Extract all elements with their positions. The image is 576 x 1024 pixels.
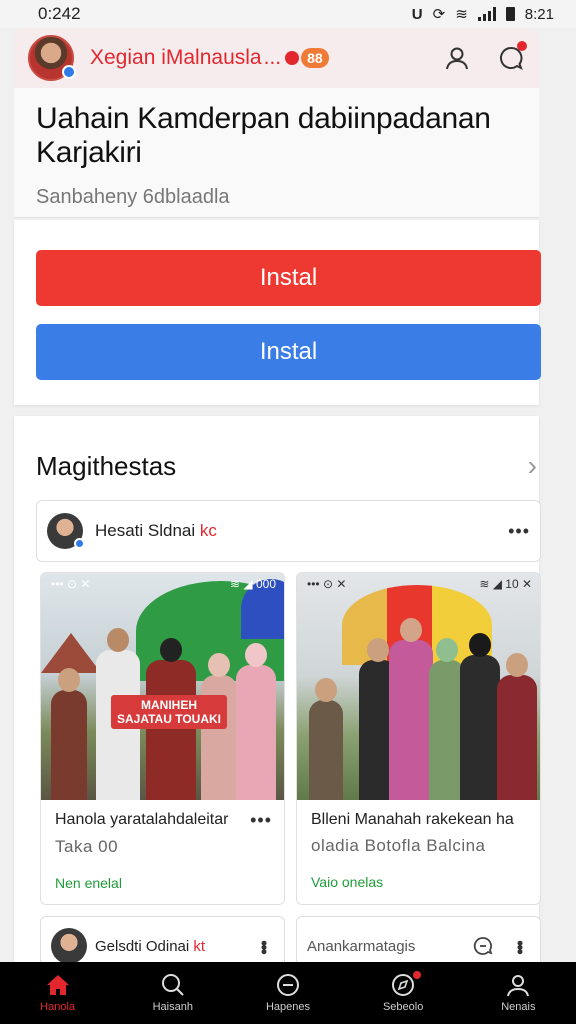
post-card[interactable]: ••• ⊙ ✕ ≋ ◢ 10 ✕ Blleni Manahah rakekean … (296, 572, 541, 905)
post-meta: Taka 00 (55, 837, 119, 856)
minus-circle-icon (276, 974, 299, 996)
header-ellipsis: ... (263, 46, 282, 69)
status-bar: 0:242 U ⟳ ≋ 8:21 (0, 0, 576, 28)
more-options-icon[interactable]: ••• (509, 940, 530, 953)
nav-label: Nenais (501, 1001, 536, 1013)
page-subtitle: Sanbaheny 6dblaadla (36, 186, 230, 208)
image-status-bar: ••• ⊙ ✕ ≋ ◢ 10 ✕ (307, 577, 532, 591)
page-title: Uahain Kamderpan dabiinpadanan Karjakiri (36, 102, 491, 169)
person-figure (51, 668, 87, 800)
image-status-bar: ••• ⊙ ✕ ≋ ◢ 000 (51, 577, 276, 591)
post-image[interactable]: ••• ⊙ ✕ ≋ ◢ 000 MANIHEH SAJATAU TOUAKI (41, 573, 284, 800)
post-link[interactable]: Nen enelal (55, 875, 272, 891)
nav-label: Hapenes (265, 1001, 310, 1013)
install-button-secondary[interactable]: Instal (36, 324, 541, 380)
notification-dot (413, 971, 422, 979)
live-dot-icon (285, 51, 300, 65)
nav-item-home[interactable]: Hanola (8, 973, 108, 1013)
author-avatar (51, 928, 87, 964)
section-title: Magithestas (36, 450, 177, 481)
nav-label: Hanola (40, 1001, 76, 1013)
battery-icon (505, 7, 515, 21)
more-options-icon[interactable]: ••• (250, 810, 272, 831)
account-button[interactable] (443, 44, 471, 72)
post-caption: Blleni Manahah rakekean ha (311, 811, 514, 828)
status-icons: U ⟳ ≋ 8:21 (411, 5, 554, 24)
person-figure (460, 633, 500, 800)
notification-dot (517, 41, 527, 51)
person-figure (236, 643, 276, 800)
signal-icon (477, 7, 496, 21)
status-time: 0:242 (38, 4, 81, 23)
header-actions (443, 41, 527, 72)
image-overlay-label: MANIHEH SAJATAU TOUAKI (111, 695, 228, 729)
more-options-icon[interactable]: ••• (508, 521, 530, 542)
author-name: Gelsdti Odinai kt (95, 937, 206, 955)
user-icon (446, 47, 468, 70)
verified-badge-icon (62, 65, 76, 79)
post-caption: Hanola yaratalahdaleitar (55, 811, 229, 828)
header-title: Xegian iMalnausla (90, 46, 262, 69)
app-header: Xegian iMalnausla ... 88 (14, 28, 539, 88)
person-figure (497, 653, 537, 800)
post-link[interactable]: Vaio onelas (311, 874, 528, 890)
profile-icon (507, 975, 530, 997)
compass-icon (392, 974, 415, 996)
post-meta: oladia Botofla Balcina (311, 836, 486, 855)
post-card[interactable]: ••• ⊙ ✕ ≋ ◢ 000 MANIHEH SAJATAU TOUAKI Ha… (40, 572, 285, 905)
article-header: Uahain Kamderpan dabiinpadanan Karjakiri… (14, 88, 539, 218)
profile-avatar[interactable] (28, 35, 76, 81)
nav-item-explore[interactable]: Sebeolo (353, 971, 453, 1013)
search-icon (161, 974, 184, 996)
app-notification-icon: U (411, 5, 423, 23)
sync-icon: ⟳ (432, 6, 446, 23)
nav-item-create[interactable]: Hapenes (238, 973, 338, 1013)
highlights-section: Magithestas › Hesati Sldnai kc ••• ••• ⊙… (14, 416, 541, 976)
feed-row-text: Anankarmatagis (307, 937, 416, 955)
post-image[interactable]: ••• ⊙ ✕ ≋ ◢ 10 ✕ (297, 573, 540, 800)
nav-item-profile[interactable]: Nenais (468, 973, 568, 1013)
person-figure (201, 653, 237, 800)
messages-button[interactable] (497, 41, 527, 72)
person-figure (389, 618, 433, 800)
bottom-navigation: Hanola Haisanh Hapenes Sebeolo Nenais (0, 962, 576, 1024)
verified-badge-icon (74, 538, 85, 549)
person-figure (309, 678, 343, 800)
nav-item-search[interactable]: Haisanh (123, 973, 223, 1013)
status-clock: 8:21 (524, 5, 554, 23)
install-card: Instal Instal (14, 220, 541, 405)
chevron-right-icon[interactable]: › (528, 450, 537, 482)
person-figure (146, 638, 196, 800)
count-badge: 88 (301, 48, 329, 68)
comment-icon[interactable] (473, 936, 493, 956)
author-name: Hesati Sldnai kc (95, 521, 217, 540)
section-header[interactable]: Magithestas › (14, 416, 539, 492)
nav-label: Haisanh (152, 1001, 193, 1013)
author-avatar (47, 513, 85, 549)
install-button-primary[interactable]: Instal (36, 250, 541, 306)
feed-author-row[interactable]: Hesati Sldnai kc ••• (36, 500, 541, 562)
wifi-icon: ≋ (455, 6, 468, 23)
more-options-icon[interactable]: ••• (253, 940, 274, 953)
nav-label: Sebeolo (382, 1001, 424, 1013)
home-icon (46, 975, 69, 995)
